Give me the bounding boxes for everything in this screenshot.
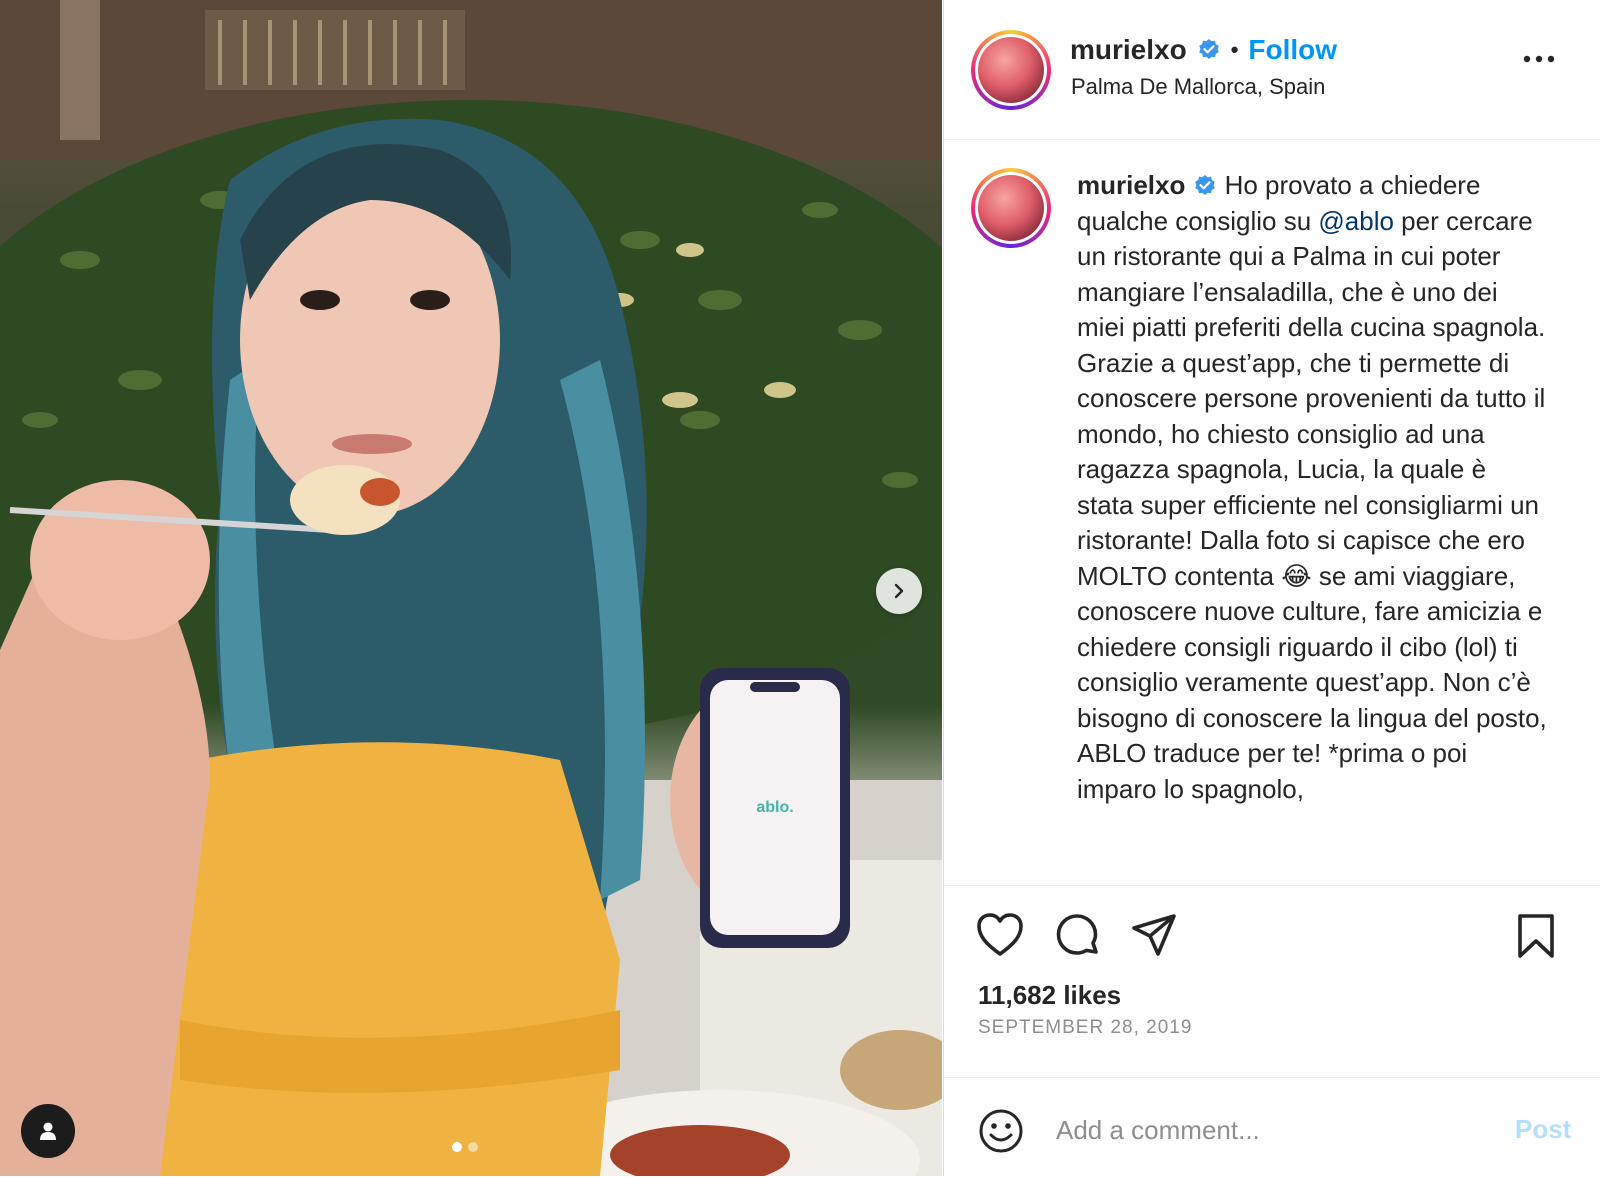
post-location[interactable]: Palma De Mallorca, Spain (1071, 74, 1325, 100)
more-options-icon[interactable] (1522, 54, 1556, 64)
heart-icon[interactable] (976, 912, 1024, 958)
comment-input[interactable] (1054, 1106, 1478, 1154)
comment-bubble-icon[interactable] (1053, 912, 1101, 960)
caption-username[interactable]: murielxo (1077, 170, 1185, 200)
carousel-dot-active (452, 1142, 462, 1152)
post-photo: ablo. (0, 0, 942, 1176)
caption-author-avatar[interactable] (971, 168, 1051, 248)
avatar-image (978, 175, 1044, 241)
comment-bar: Post (944, 1077, 1600, 1177)
action-bar (976, 912, 1576, 960)
header-separator: • (1230, 37, 1239, 62)
post-caption: murielxo Ho provato a chiedere qualche c… (1077, 168, 1547, 807)
author-avatar[interactable] (971, 30, 1051, 110)
verified-badge-icon (1195, 175, 1216, 195)
tagged-users-button[interactable] (21, 1104, 75, 1158)
post-header: murielxo • Follow Palma De Mallorca, Spa… (944, 0, 1600, 140)
smiley-icon[interactable] (978, 1108, 1024, 1154)
bookmark-icon[interactable] (1516, 912, 1556, 960)
caption-text-rest: per cercare un ristorante qui a Palma in… (1077, 205, 1547, 804)
post-photo-illustration: ablo. (0, 0, 942, 1176)
post-comment-button[interactable]: Post (1515, 1114, 1571, 1145)
post-side-panel: murielxo • Follow Palma De Mallorca, Spa… (943, 0, 1600, 1176)
like-count[interactable]: 11,682 likes (978, 980, 1121, 1011)
chevron-right-icon (894, 583, 904, 599)
post-date[interactable]: SEPTEMBER 28, 2019 (978, 1017, 1192, 1039)
header-user-line: murielxo • Follow (1070, 34, 1337, 66)
caption-area: murielxo Ho provato a chiedere qualche c… (944, 140, 1600, 886)
verified-badge-icon (1198, 39, 1219, 59)
carousel-next-button[interactable] (876, 568, 922, 614)
user-tag-icon (40, 1122, 56, 1140)
author-username[interactable]: murielxo (1070, 34, 1187, 66)
avatar-image (978, 37, 1044, 103)
caption-mention-link[interactable]: @ablo (1318, 206, 1394, 236)
paper-plane-icon[interactable] (1130, 912, 1178, 960)
carousel-indicator (452, 1142, 478, 1152)
phone-screen-logo: ablo. (756, 799, 793, 816)
follow-button[interactable]: Follow (1248, 34, 1337, 66)
carousel-dot (468, 1142, 478, 1152)
